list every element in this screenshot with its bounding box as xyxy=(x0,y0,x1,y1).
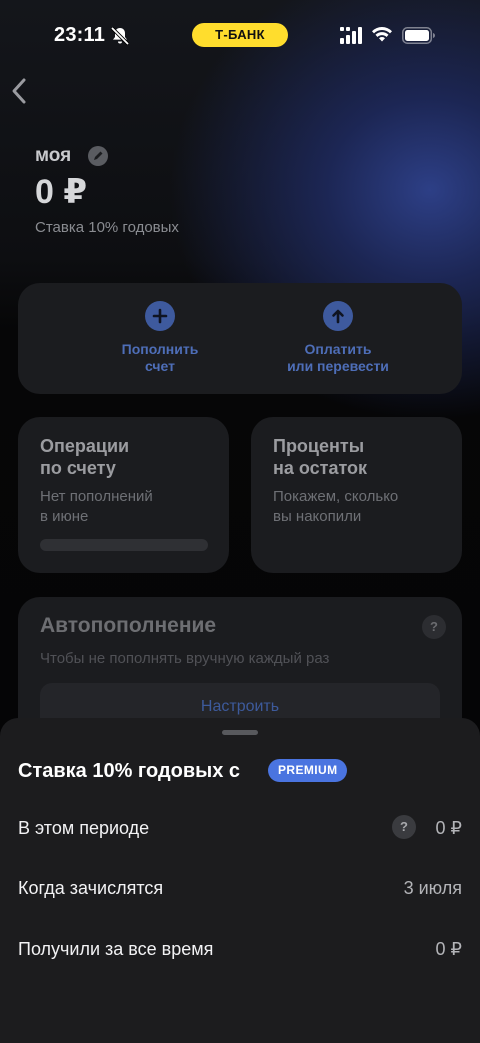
account-rate: Ставка 10% годовых xyxy=(35,219,179,236)
premium-badge: PREMIUM xyxy=(268,759,348,782)
account-name: моя xyxy=(35,145,72,166)
row-this-period: В этом периоде ? 0 ₽ xyxy=(18,815,462,842)
row-value: 3 июля xyxy=(403,878,462,898)
actions-card: Пополнить счет Оплатить или перевести xyxy=(18,283,462,394)
account-balance: 0 ₽ xyxy=(35,173,88,211)
operations-title: Операции по счету xyxy=(40,436,130,478)
interest-subtitle: Покажем, сколько вы накопили xyxy=(273,488,399,525)
help-question-icon[interactable]: ? xyxy=(392,815,416,839)
status-time: 23:11 xyxy=(54,24,106,46)
row-total-received: Получили за все время 0 ₽ xyxy=(18,939,462,963)
row-accrual-date: Когда зачислятся 3 июля xyxy=(18,878,462,902)
autofill-title: Автопополнение xyxy=(40,614,217,637)
cellular-signal-icon xyxy=(340,27,362,44)
rate-bottom-sheet: Ставка 10% годовых с PREMIUM В этом пери… xyxy=(0,718,480,1043)
pay-transfer-button[interactable]: Оплатить или перевести xyxy=(253,301,423,375)
interest-title: Проценты на остаток xyxy=(273,436,368,478)
arrow-up-icon xyxy=(323,301,353,331)
operations-card[interactable]: Операции по счету Нет пополнений в июне xyxy=(18,417,229,573)
row-label: Когда зачислятся xyxy=(18,878,164,898)
pencil-icon[interactable] xyxy=(88,146,108,166)
top-up-label: Пополнить счет xyxy=(121,341,199,374)
plus-icon xyxy=(145,301,175,331)
bank-badge[interactable]: Т-БАНК xyxy=(192,23,288,47)
operations-subtitle: Нет пополнений в июне xyxy=(40,488,153,525)
row-value: 0 ₽ xyxy=(435,939,462,959)
row-value: 0 ₽ xyxy=(435,818,462,838)
operations-progress-bar xyxy=(40,539,208,551)
interest-card[interactable]: Проценты на остаток Покажем, сколько вы … xyxy=(251,417,462,573)
autofill-subtitle: Чтобы не пополнять вручную каждый раз xyxy=(40,650,330,667)
bell-off-icon xyxy=(110,26,130,46)
wifi-icon xyxy=(372,26,392,42)
status-bar: 23:11 Т-БАНК xyxy=(0,0,480,70)
screen: 23:11 Т-БАНК моя 0 ₽ Ставка 10% годовых … xyxy=(0,0,480,1043)
back-chevron-icon[interactable] xyxy=(8,74,32,108)
battery-icon xyxy=(402,27,435,44)
autofill-help-icon[interactable]: ? xyxy=(422,615,446,639)
sheet-title: Ставка 10% годовых с xyxy=(18,760,241,782)
row-label: В этом периоде xyxy=(18,818,150,838)
top-up-button[interactable]: Пополнить счет xyxy=(75,301,245,375)
pay-transfer-label: Оплатить или перевести xyxy=(287,341,389,374)
sheet-drag-handle[interactable] xyxy=(222,730,258,735)
row-label: Получили за все время xyxy=(18,939,214,959)
